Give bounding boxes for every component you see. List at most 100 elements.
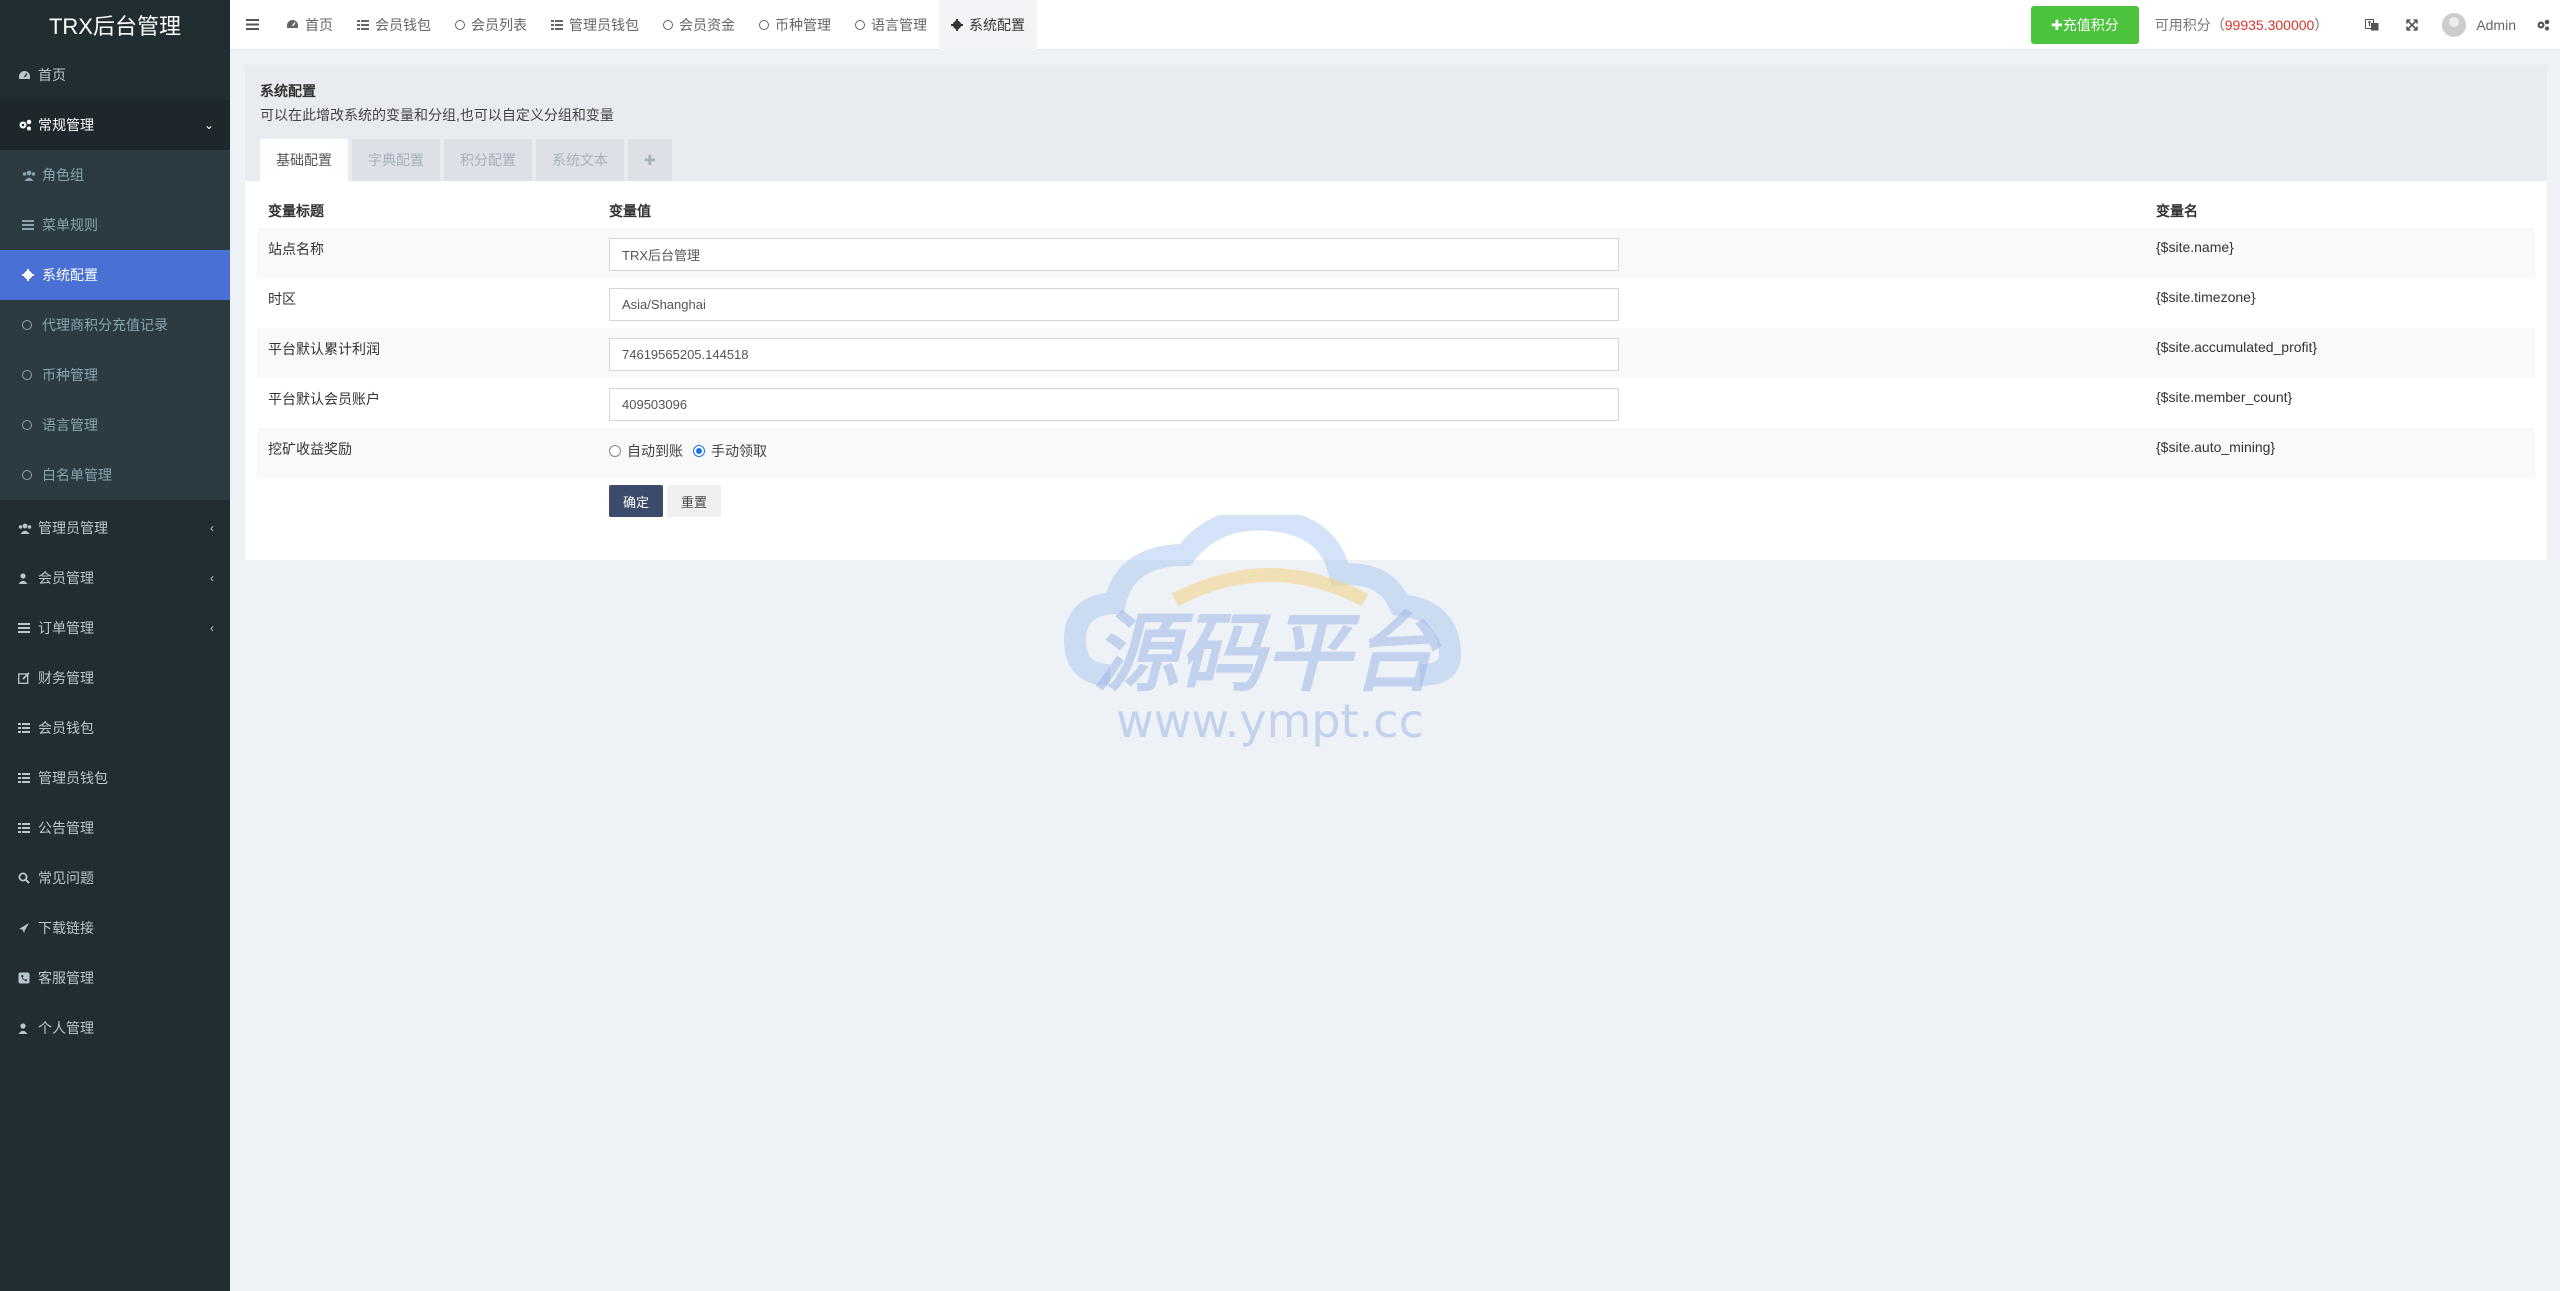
table-row: 时区 Asia/Shanghai {$site.timezone} <box>257 278 2535 328</box>
sidebar-item-customer-service[interactable]: 客服管理 <box>0 953 230 1003</box>
radio-manual[interactable] <box>693 445 705 457</box>
panel-heading: 系统配置 可以在此增改系统的变量和分组,也可以自定义分组和变量 基础配置 字典配… <box>245 65 2547 181</box>
row-value-cell: TRX后台管理 <box>598 228 2145 278</box>
config-panel: 系统配置 可以在此增改系统的变量和分组,也可以自定义分组和变量 基础配置 字典配… <box>245 65 2547 560</box>
sidebar-item-general[interactable]: 常规管理 ⌄ <box>0 100 230 150</box>
plane-icon <box>18 922 36 934</box>
sidebar-item-label: 会员钱包 <box>38 720 94 736</box>
circle-icon <box>663 19 673 30</box>
tab-member-list[interactable]: 会员列表 <box>443 0 539 50</box>
row-var-name: {$site.member_count} <box>2156 389 2293 405</box>
tab-dictionary-config[interactable]: 字典配置 <box>352 139 440 181</box>
fullscreen-icon[interactable] <box>2392 0 2432 50</box>
recharge-points-button[interactable]: ✚充值积分 <box>2031 6 2139 44</box>
sidebar-item-menu-rules[interactable]: 菜单规则 <box>0 200 230 250</box>
circle-icon <box>855 19 865 30</box>
bars-icon <box>245 19 259 30</box>
radio-auto[interactable] <box>609 445 621 457</box>
submit-button[interactable]: 确定 <box>609 485 664 517</box>
tab-admin-wallet[interactable]: 管理员钱包 <box>539 0 651 50</box>
tab-member-wallet[interactable]: 会员钱包 <box>345 0 443 50</box>
sidebar-item-admin-wallet[interactable]: 管理员钱包 <box>0 753 230 803</box>
sidebar-item-announcement[interactable]: 公告管理 <box>0 803 230 853</box>
row-value-cell: 409503096 <box>598 378 2145 428</box>
bars-icon <box>22 220 40 230</box>
table-row: 平台默认累计利润 74619565205.144518 {$site.accum… <box>257 328 2535 378</box>
accumulated-profit-input[interactable]: 74619565205.144518 <box>609 338 1619 371</box>
add-tab-button[interactable]: ✚ <box>628 139 672 181</box>
sidebar-item-order-manage[interactable]: 订单管理 ‹ <box>0 603 230 653</box>
sidebar-item-label: 会员管理 <box>38 570 94 586</box>
sidebar-item-label: 角色组 <box>42 167 84 183</box>
chevron-left-icon: ‹ <box>210 571 214 585</box>
tab-label: 会员资金 <box>679 16 735 33</box>
row-title: 平台默认累计利润 <box>257 328 598 378</box>
sidebar-item-label: 语言管理 <box>42 417 98 433</box>
sidebar-item-label: 公告管理 <box>38 820 94 836</box>
sidebar-item-profile[interactable]: 个人管理 <box>0 1003 230 1053</box>
sidebar-item-role-group[interactable]: 角色组 <box>0 150 230 200</box>
row-var-name: {$site.auto_mining} <box>2145 428 2535 478</box>
tab-currency[interactable]: 币种管理 <box>747 0 843 50</box>
top-navbar: 首页 会员钱包 会员列表 管理员钱包 会员资金 币种管理 语言管理 系统配置 ✚… <box>230 0 2560 50</box>
available-credit: 可用积分（99935.300000） <box>2155 15 2329 35</box>
sidebar-item-member-manage[interactable]: 会员管理 ‹ <box>0 553 230 603</box>
user-icon <box>18 572 36 584</box>
circle-icon <box>22 370 40 380</box>
sidebar-item-member-wallet[interactable]: 会员钱包 <box>0 703 230 753</box>
sidebar-item-faq[interactable]: 常见问题 <box>0 853 230 903</box>
users-icon <box>22 170 40 181</box>
reset-button[interactable]: 重置 <box>667 485 722 517</box>
table-row: 平台默认会员账户 409503096 {$site.member_count} <box>257 378 2535 428</box>
credit-label: 可用积分（ <box>2154 17 2225 33</box>
app-logo-title[interactable]: TRX后台管理 <box>0 0 230 50</box>
navbar-right: ✚充值积分 可用积分（99935.300000） Admin <box>2031 0 2560 50</box>
tab-language[interactable]: 语言管理 <box>843 0 939 50</box>
timezone-input[interactable]: Asia/Shanghai <box>609 288 1619 321</box>
member-count-input[interactable]: 409503096 <box>609 388 1619 421</box>
row-value-cell: 74619565205.144518 <box>598 328 2145 378</box>
page-title: 系统配置 <box>260 83 316 99</box>
sidebar-item-label: 菜单规则 <box>42 217 98 233</box>
sidebar-item-agent-recharge[interactable]: 代理商积分充值记录 <box>0 300 230 350</box>
list-alt-icon <box>551 19 563 30</box>
sidebar-item-label: 管理员管理 <box>38 520 108 536</box>
tab-system-text[interactable]: 系统文本 <box>536 139 624 181</box>
sidebar-item-currency[interactable]: 币种管理 <box>0 350 230 400</box>
tab-system-config[interactable]: 系统配置 <box>939 0 1037 50</box>
user-menu[interactable]: Admin <box>2432 13 2526 37</box>
column-header-name: 变量名 <box>2156 202 2198 219</box>
sidebar-item-whitelist[interactable]: 白名单管理 <box>0 450 230 500</box>
tab-member-funds[interactable]: 会员资金 <box>651 0 747 50</box>
sidebar-item-language[interactable]: 语言管理 <box>0 400 230 450</box>
sidebar-item-finance[interactable]: 财务管理 <box>0 653 230 703</box>
watermark-url: www.ympt.cc <box>1116 694 1424 748</box>
chevron-left-icon: ‹ <box>210 621 214 635</box>
row-value-cell: 自动到账 手动领取 <box>598 428 2145 478</box>
sidebar-item-label: 首页 <box>38 67 66 83</box>
tab-label: 语言管理 <box>871 16 927 33</box>
sidebar-item-download[interactable]: 下载链接 <box>0 903 230 953</box>
cogs-icon[interactable] <box>2526 0 2560 50</box>
credit-suffix: ） <box>2314 17 2329 33</box>
sidebar-item-system-config[interactable]: 系统配置 <box>0 250 230 300</box>
chevron-down-icon: ⌄ <box>203 118 214 132</box>
sidebar-item-home[interactable]: 首页 <box>0 50 230 100</box>
circle-icon <box>455 19 465 30</box>
language-switch-icon[interactable] <box>2352 0 2392 50</box>
page-description: 可以在此增改系统的变量和分组,也可以自定义分组和变量 <box>260 107 614 123</box>
tab-home[interactable]: 首页 <box>274 0 345 50</box>
tab-points-config[interactable]: 积分配置 <box>444 139 532 181</box>
radio-label: 自动到账 <box>627 443 683 459</box>
sidebar-item-admin-manage[interactable]: 管理员管理 ‹ <box>0 503 230 553</box>
sidebar-item-label: 订单管理 <box>38 620 94 636</box>
sidebar-toggle-button[interactable] <box>230 0 274 50</box>
tab-basic-config[interactable]: 基础配置 <box>260 139 348 181</box>
site-name-input[interactable]: TRX后台管理 <box>609 238 1619 271</box>
sidebar-item-label: 管理员钱包 <box>38 770 108 786</box>
column-header-title: 变量标题 <box>268 202 324 219</box>
row-title: 时区 <box>268 291 296 307</box>
row-var-name: {$site.timezone} <box>2156 289 2256 305</box>
table-row: 站点名称 TRX后台管理 {$site.name} <box>257 228 2535 278</box>
tab-label: 币种管理 <box>775 16 831 33</box>
